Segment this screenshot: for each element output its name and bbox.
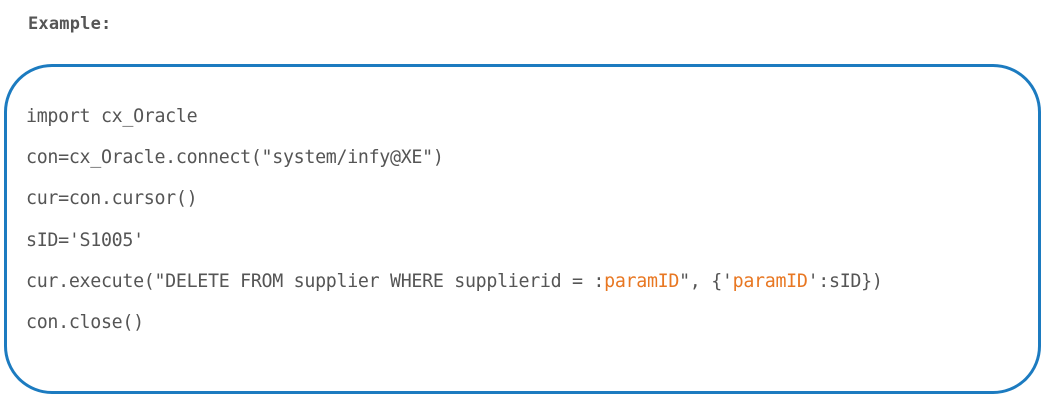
code-line: import cx_Oracle xyxy=(26,100,883,141)
code-text: import cx_Oracle xyxy=(26,106,198,127)
code-text: ':sID}) xyxy=(807,270,883,292)
code-line: cur.execute("DELETE FROM supplier WHERE … xyxy=(26,265,883,306)
code-line: con=cx_Oracle.connect("system/infy@XE") xyxy=(26,141,883,182)
code-text: sID='S1005' xyxy=(26,229,144,251)
code-text: ", {' xyxy=(679,270,733,292)
code-param-token: paramID xyxy=(604,270,680,292)
code-text: cur=con.cursor() xyxy=(26,188,198,210)
code-param-token: paramID xyxy=(732,270,808,292)
code-line: sID='S1005' xyxy=(26,224,883,265)
code-text: con=cx_Oracle.connect("system/infy@XE") xyxy=(26,147,444,169)
code-text: cur.execute("DELETE FROM supplier WHERE … xyxy=(26,270,605,292)
code-lines: import cx_Oracle con=cx_Oracle.connect("s… xyxy=(26,100,883,347)
code-line: con.close() xyxy=(26,306,883,347)
example-heading: Example: xyxy=(28,14,112,34)
code-text: con.close() xyxy=(26,311,144,333)
code-line: cur=con.cursor() xyxy=(26,182,883,223)
